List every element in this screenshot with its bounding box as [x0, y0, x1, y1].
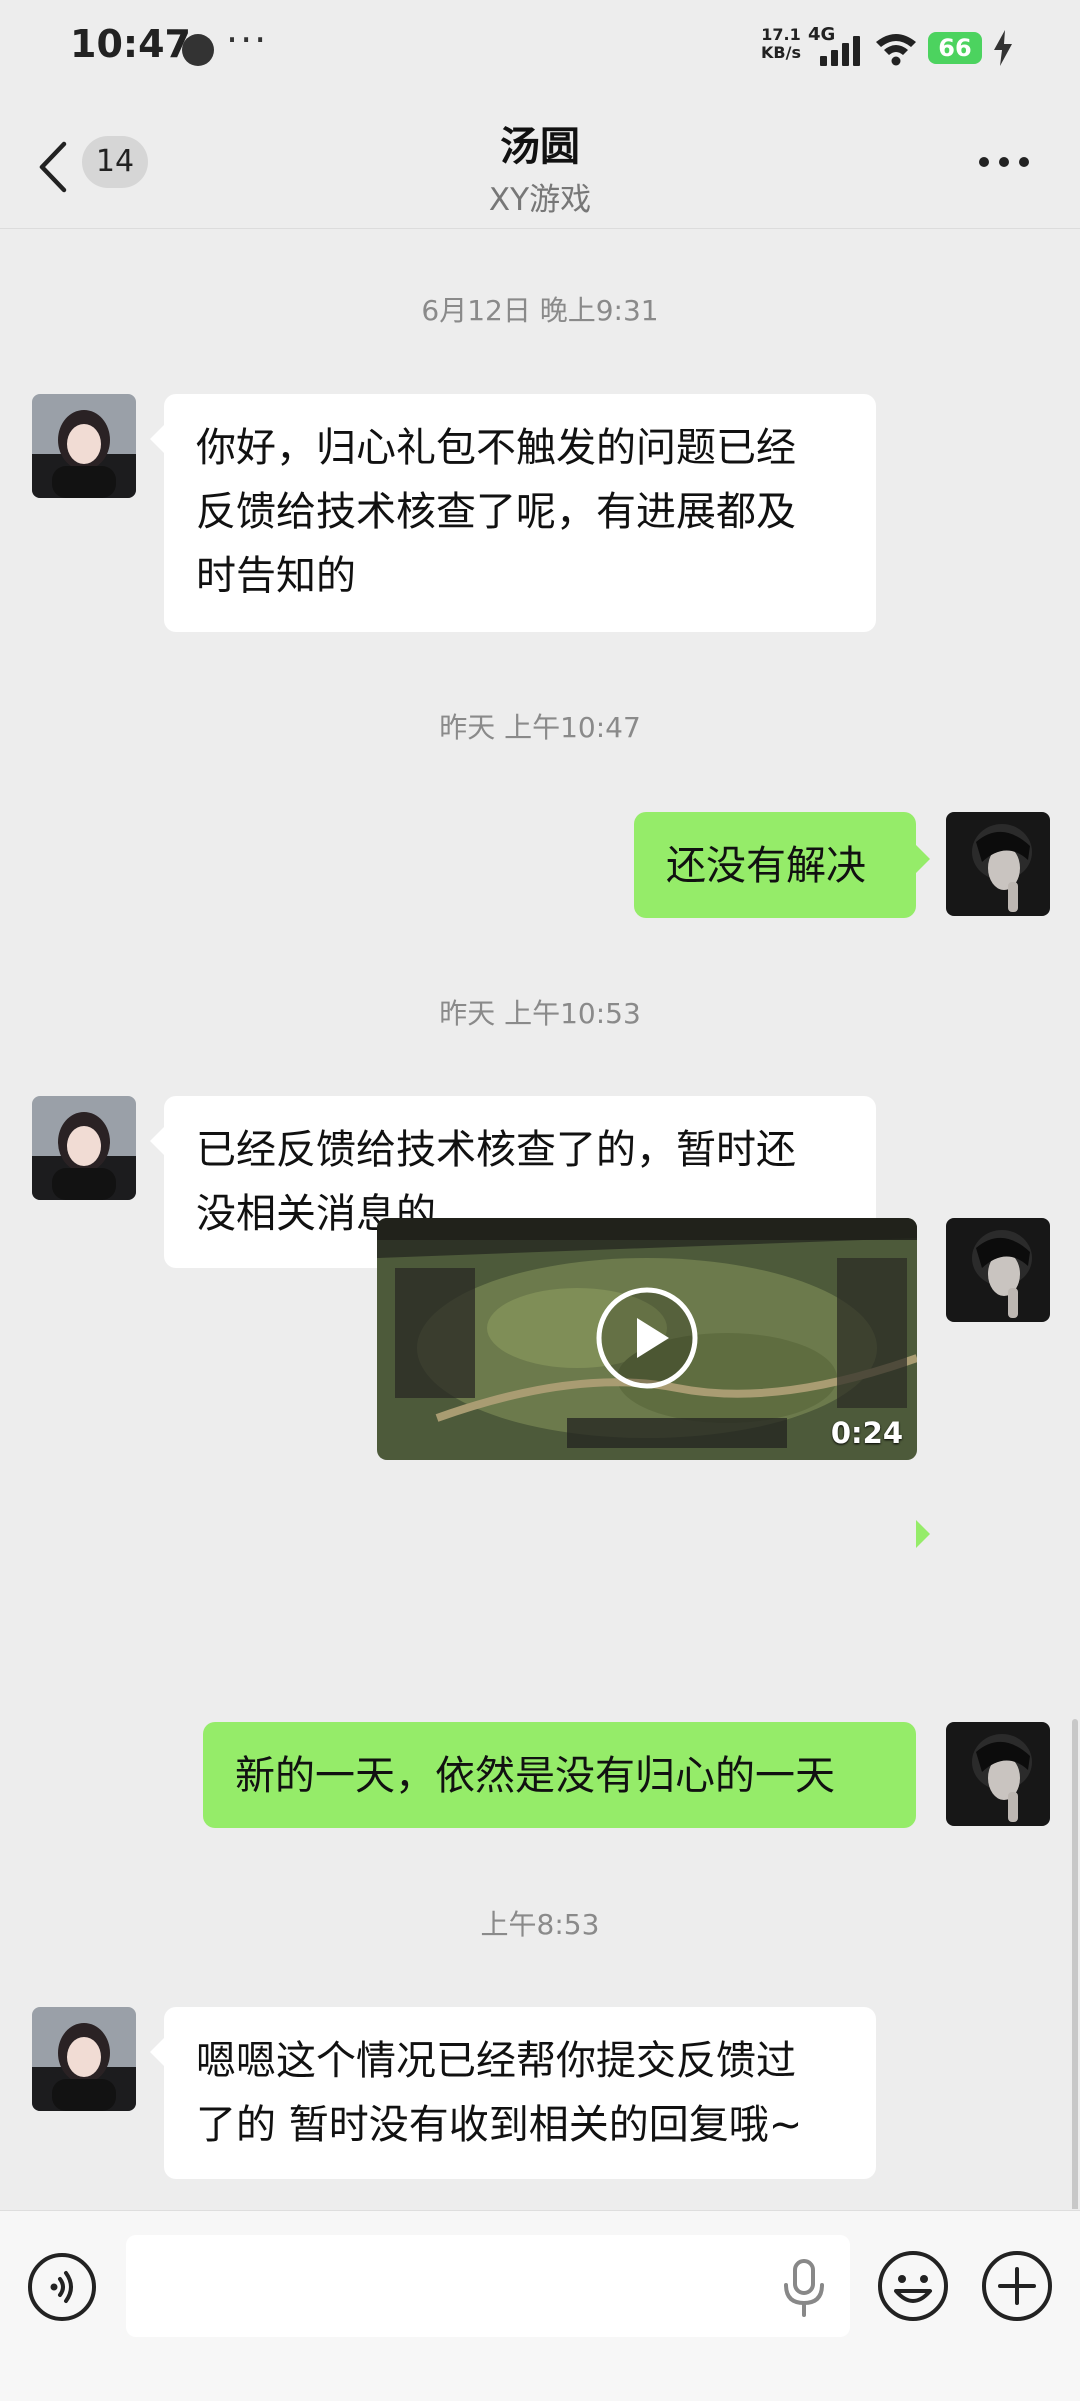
- message-line: 嗯嗯这个情况已经帮你提交反馈过: [196, 2038, 796, 2084]
- status-dots: ···: [226, 18, 269, 62]
- my-avatar[interactable]: [946, 1218, 1050, 1322]
- message-line: 时告知的: [196, 553, 356, 599]
- timestamp: 上午8:53: [480, 1908, 600, 1941]
- chat-subtitle: XY游戏: [488, 182, 592, 218]
- wifi-icon: [876, 34, 916, 66]
- status-time: 10:47: [70, 22, 191, 66]
- more-horizontal-icon[interactable]: [976, 152, 1032, 172]
- video-duration: 0:24: [830, 1416, 903, 1450]
- voice-mode-icon[interactable]: [26, 2251, 98, 2323]
- battery-level: 66: [928, 32, 982, 64]
- message-line: 还没有解决: [666, 843, 866, 889]
- net-speed-value: 17.1: [761, 25, 801, 44]
- plus-circle-icon[interactable]: [980, 2249, 1054, 2323]
- timestamp: 6月12日 晚上9:31: [421, 294, 659, 327]
- scrollbar[interactable]: [1072, 1719, 1078, 2209]
- message-line: 了的 暂时没有收到相关的回复哦~: [196, 2102, 803, 2148]
- message-line: 你好，归心礼包不触发的问题已经: [196, 425, 796, 471]
- input-bar: [0, 2210, 1080, 2401]
- moon-icon: [182, 34, 214, 66]
- message-line: 反馈给技术核查了呢，有进展都及: [196, 489, 796, 535]
- timestamp: 昨天 上午10:47: [439, 711, 641, 744]
- message-line: 新的一天，依然是没有归心的一天: [235, 1753, 835, 1799]
- video-message[interactable]: 0:24: [377, 1218, 917, 1460]
- play-icon[interactable]: [595, 1286, 699, 1390]
- message-bubble-incoming[interactable]: 你好，归心礼包不触发的问题已经 反馈给技术核查了呢，有进展都及 时告知的: [164, 394, 876, 632]
- timestamp: 昨天 上午10:53: [439, 997, 641, 1030]
- net-speed-unit: KB/s: [761, 43, 801, 62]
- chat-header: 14 汤圆 XY游戏: [0, 96, 1080, 229]
- emoji-icon[interactable]: [876, 2249, 950, 2323]
- my-avatar[interactable]: [946, 812, 1050, 916]
- message-line: 已经反馈给技术核查了的，暂时还: [196, 1127, 796, 1173]
- net-speed: 17.1 KB/s: [758, 26, 804, 62]
- my-avatar[interactable]: [946, 1722, 1050, 1826]
- bolt-icon: [994, 30, 1012, 66]
- message-bubble-outgoing[interactable]: 还没有解决: [634, 812, 916, 918]
- message-list[interactable]: 6月12日 晚上9:31 你好，归心礼包不触发的问题已经 反馈给技术核查了呢，有…: [0, 229, 1080, 2209]
- contact-avatar[interactable]: [32, 394, 136, 498]
- message-bubble-incoming[interactable]: 嗯嗯这个情况已经帮你提交反馈过 了的 暂时没有收到相关的回复哦~: [164, 2007, 876, 2179]
- chat-title: 汤圆: [500, 124, 580, 170]
- microphone-icon[interactable]: [780, 2259, 828, 2317]
- signal-bars-icon: [820, 34, 862, 66]
- status-bar: 10:47 ··· 17.1 KB/s 4G 66: [0, 0, 1080, 96]
- contact-avatar[interactable]: [32, 2007, 136, 2111]
- contact-avatar[interactable]: [32, 1096, 136, 1200]
- message-bubble-outgoing[interactable]: 新的一天，依然是没有归心的一天: [203, 1722, 916, 1828]
- message-input[interactable]: [126, 2235, 850, 2337]
